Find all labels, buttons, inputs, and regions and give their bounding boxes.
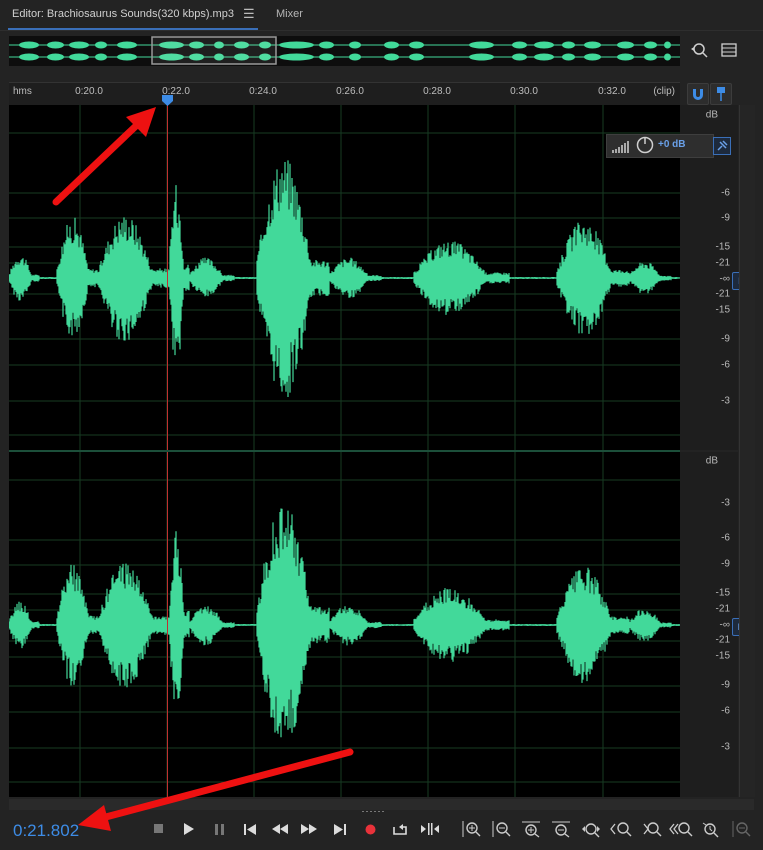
- db-tick-label: -6: [721, 187, 730, 199]
- fast-forward-icon[interactable]: [298, 819, 320, 839]
- zoom-in-time-icon[interactable]: [519, 819, 543, 839]
- waveform-right-channel[interactable]: [9, 452, 680, 797]
- waveform-trace: [9, 508, 680, 738]
- ruler-unit-label: hms: [13, 86, 32, 97]
- zoom-out-full-icon[interactable]: [579, 819, 603, 839]
- current-time-display[interactable]: 0:21.802: [13, 821, 79, 841]
- db-tick-label: -3: [721, 497, 730, 509]
- time-ruler[interactable]: hms 0:20.0 0:22.0 0:24.0 0:26.0 0:28.0 0…: [9, 82, 680, 106]
- zoom-out-amplitude-icon[interactable]: [489, 819, 513, 839]
- db-tick-label: -21: [715, 634, 730, 646]
- zoom-out-time-icon[interactable]: [549, 819, 573, 839]
- ruler-tick-label: 0:20.0: [75, 86, 103, 97]
- pin-hud-icon[interactable]: [713, 137, 731, 155]
- list-icon[interactable]: [719, 40, 739, 60]
- gain-knob-icon[interactable]: [636, 136, 654, 154]
- playhead-line: [167, 105, 168, 450]
- db-tick-label: -∞: [719, 273, 730, 285]
- db-tick-label: -21: [715, 288, 730, 300]
- play-icon[interactable]: [178, 819, 200, 839]
- db-tick-label: -15: [715, 304, 730, 316]
- vertical-scrollbar[interactable]: [739, 105, 755, 797]
- gain-value: +0 dB: [658, 139, 686, 150]
- scrollbar-grip[interactable]: [360, 802, 390, 814]
- ruler-tick-label: 0:24.0: [249, 86, 277, 97]
- hamburger-icon[interactable]: ☰: [243, 6, 255, 22]
- db-tick-label: -9: [721, 558, 730, 570]
- db-unit-label: dB: [705, 109, 718, 121]
- db-tick-label: -6: [721, 705, 730, 717]
- waveform-left-channel[interactable]: [9, 105, 680, 450]
- skip-selection-icon[interactable]: [419, 819, 441, 839]
- tab-editor[interactable]: Editor: Brachiosaurus Sounds(320 kbps).m…: [12, 8, 234, 20]
- db-tick-label: -3: [721, 395, 730, 407]
- db-tick-label: -15: [715, 587, 730, 599]
- db-tick-label: -3: [721, 741, 730, 753]
- waveform-trace: [9, 160, 680, 397]
- marker-pin-icon[interactable]: [710, 83, 732, 105]
- tab-mixer[interactable]: Mixer: [276, 8, 303, 20]
- zoom-in-amplitude-icon[interactable]: [459, 819, 483, 839]
- ruler-tick-label: 0:32.0: [598, 86, 626, 97]
- active-tab-indicator: [8, 28, 258, 30]
- overview-center-line: [9, 44, 680, 46]
- db-tick-label: -9: [721, 212, 730, 224]
- level-bars-icon: [612, 140, 632, 153]
- zoom-in-left-edge-icon[interactable]: [669, 819, 693, 839]
- overview-visible-range: [151, 36, 277, 65]
- record-icon[interactable]: [359, 819, 381, 839]
- waveform-overview[interactable]: [9, 36, 680, 66]
- db-tick-label: -15: [715, 241, 730, 253]
- loop-icon[interactable]: [389, 819, 411, 839]
- db-scale-right: dB -3 -6 -9 -15 -21 -∞ -21 -15 -9 -6 -3 …: [680, 452, 750, 797]
- zoom-in-right-edge-icon[interactable]: [699, 819, 723, 839]
- db-tick-label: -9: [721, 333, 730, 345]
- go-to-start-icon[interactable]: [239, 819, 261, 839]
- db-unit-label: dB: [705, 455, 718, 467]
- stop-icon[interactable]: [148, 819, 170, 839]
- db-tick-label: -15: [715, 650, 730, 662]
- db-tick-label: -21: [715, 257, 730, 269]
- zoom-in-point-icon[interactable]: [609, 819, 633, 839]
- pause-icon[interactable]: [209, 819, 231, 839]
- zoom-to-fit-icon[interactable]: [690, 40, 710, 60]
- playhead-handle[interactable]: [162, 93, 173, 106]
- ruler-tick-label: 0:28.0: [423, 86, 451, 97]
- playhead-line: [167, 452, 168, 797]
- go-to-end-icon[interactable]: [329, 819, 351, 839]
- db-tick-label: -6: [721, 359, 730, 371]
- db-tick-label: -9: [721, 679, 730, 691]
- magnet-icon[interactable]: [687, 83, 709, 105]
- rewind-icon[interactable]: [269, 819, 291, 839]
- db-tick-label: -∞: [719, 619, 730, 631]
- ruler-tick-label: 0:30.0: [510, 86, 538, 97]
- ruler-tick-label: 0:26.0: [336, 86, 364, 97]
- zoom-in-selection-icon[interactable]: [639, 819, 663, 839]
- ruler-clip-label: (clip): [653, 86, 675, 97]
- overview-center-line: [9, 56, 680, 58]
- db-tick-label: -21: [715, 603, 730, 615]
- db-tick-label: -6: [721, 532, 730, 544]
- zoom-reset-icon[interactable]: [729, 819, 753, 839]
